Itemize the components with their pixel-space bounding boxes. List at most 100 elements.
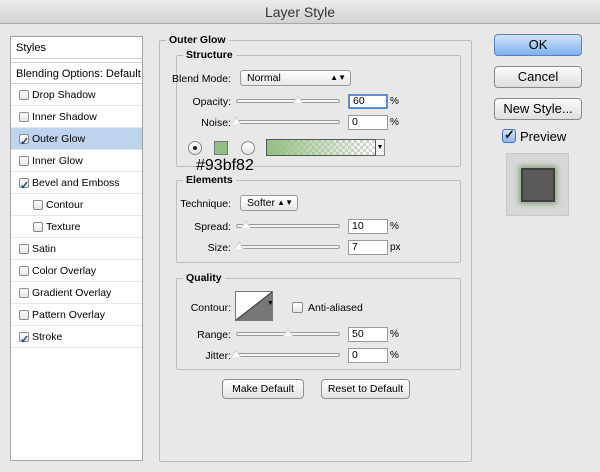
- style-item[interactable]: Gradient Overlay: [11, 282, 142, 304]
- gradient-radio[interactable]: [241, 141, 255, 155]
- style-item[interactable]: Stroke: [11, 326, 142, 351]
- size-input[interactable]: 7: [348, 240, 388, 255]
- cancel-button[interactable]: Cancel: [494, 66, 582, 88]
- opacity-slider-thumb[interactable]: [293, 95, 303, 104]
- styles-header[interactable]: Styles: [11, 37, 142, 59]
- new-style-button[interactable]: New Style...: [494, 98, 582, 120]
- blending-options-item[interactable]: Blending Options: Default: [11, 62, 142, 84]
- gradient-dropdown-icon[interactable]: ▼: [376, 139, 385, 156]
- style-preview: [506, 153, 569, 216]
- preview-label: Preview: [520, 129, 567, 144]
- style-item-label: Color Overlay: [32, 265, 97, 277]
- style-item-checkbox[interactable]: [33, 200, 43, 210]
- noise-slider-thumb[interactable]: [231, 116, 241, 125]
- noise-slider[interactable]: [236, 120, 340, 124]
- contour-dropdown-icon[interactable]: ▼: [267, 296, 275, 326]
- window-title: Layer Style: [0, 0, 600, 24]
- jitter-unit: %: [390, 350, 399, 361]
- noise-label: Noise:: [201, 117, 231, 129]
- range-label: Range:: [197, 329, 231, 341]
- technique-value: Softer: [247, 197, 276, 209]
- reset-to-default-button[interactable]: Reset to Default: [321, 379, 410, 399]
- opacity-label: Opacity:: [192, 96, 231, 108]
- style-item-checkbox[interactable]: [19, 329, 29, 351]
- opacity-input[interactable]: 60: [348, 94, 388, 109]
- style-item-checkbox[interactable]: [19, 90, 29, 100]
- elements-title: Elements: [183, 174, 236, 186]
- chevron-updown-icon: ▲▼: [330, 73, 346, 82]
- glow-gradient-picker[interactable]: [266, 139, 376, 156]
- style-item-label: Satin: [32, 243, 56, 255]
- solid-color-radio[interactable]: [188, 141, 202, 155]
- opacity-slider[interactable]: [236, 99, 340, 103]
- style-item-label: Contour: [46, 199, 84, 211]
- size-slider-thumb[interactable]: [234, 241, 244, 250]
- blend-mode-select[interactable]: Normal ▲▼: [240, 70, 351, 86]
- style-item-checkbox[interactable]: [19, 288, 29, 298]
- technique-label: Technique:: [180, 198, 231, 210]
- opacity-unit: %: [390, 96, 399, 107]
- range-input[interactable]: 50: [348, 327, 388, 342]
- style-item-checkbox[interactable]: [19, 310, 29, 320]
- jitter-slider-thumb[interactable]: [231, 349, 241, 358]
- style-item-checkbox[interactable]: [19, 112, 29, 122]
- blend-mode-label: Blend Mode:: [172, 73, 231, 85]
- style-item[interactable]: Texture: [11, 216, 142, 238]
- style-item[interactable]: Drop Shadow: [11, 84, 142, 106]
- blend-mode-value: Normal: [247, 72, 281, 84]
- preview-swatch: [521, 168, 555, 202]
- outer-glow-title: Outer Glow: [166, 34, 229, 46]
- jitter-slider[interactable]: [236, 353, 340, 357]
- ok-button[interactable]: OK: [494, 34, 582, 56]
- style-item-label: Stroke: [32, 331, 63, 343]
- spread-slider[interactable]: [236, 224, 340, 228]
- anti-aliased-label: Anti-aliased: [308, 302, 363, 314]
- style-item[interactable]: Outer Glow: [11, 128, 142, 153]
- noise-unit: %: [390, 117, 399, 128]
- style-item-label: Inner Glow: [32, 155, 83, 167]
- spread-unit: %: [390, 221, 399, 232]
- spread-label: Spread:: [194, 221, 231, 233]
- glow-color-hex: #93bf82: [196, 157, 254, 174]
- style-item-label: Drop Shadow: [32, 89, 96, 101]
- style-item-label: Bevel and Emboss: [32, 177, 120, 189]
- style-item-label: Gradient Overlay: [32, 287, 112, 299]
- style-item[interactable]: Inner Shadow: [11, 106, 142, 128]
- style-item-label: Pattern Overlay: [32, 309, 105, 321]
- structure-title: Structure: [183, 49, 236, 61]
- noise-input[interactable]: 0: [348, 115, 388, 130]
- range-slider-thumb[interactable]: [283, 328, 293, 337]
- chevron-updown-icon: ▲▼: [277, 198, 293, 207]
- range-unit: %: [390, 329, 399, 340]
- contour-label: Contour:: [190, 302, 231, 314]
- style-item-checkbox[interactable]: [19, 156, 29, 166]
- style-item[interactable]: Contour: [11, 194, 142, 216]
- jitter-input[interactable]: 0: [348, 348, 388, 363]
- preview-checkbox[interactable]: [502, 127, 516, 143]
- style-item[interactable]: Color Overlay: [11, 260, 142, 282]
- style-item-checkbox[interactable]: [19, 266, 29, 276]
- spread-slider-thumb[interactable]: [241, 220, 251, 229]
- style-item-label: Outer Glow: [32, 133, 86, 145]
- style-item-checkbox[interactable]: [19, 131, 29, 153]
- style-item-label: Inner Shadow: [32, 111, 97, 123]
- styles-list: Styles Blending Options: Default Drop Sh…: [10, 36, 143, 461]
- size-unit: px: [390, 242, 401, 253]
- glow-color-swatch[interactable]: [214, 141, 228, 155]
- anti-aliased-checkbox[interactable]: [292, 302, 303, 313]
- spread-input[interactable]: 10: [348, 219, 388, 234]
- style-item[interactable]: Pattern Overlay: [11, 304, 142, 326]
- style-item-checkbox[interactable]: [33, 222, 43, 232]
- jitter-label: Jitter:: [205, 350, 231, 362]
- size-label: Size:: [207, 242, 231, 254]
- style-item-checkbox[interactable]: [19, 175, 29, 197]
- technique-select[interactable]: Softer ▲▼: [240, 195, 298, 211]
- style-item-label: Texture: [46, 221, 81, 233]
- style-item[interactable]: Bevel and Emboss: [11, 172, 142, 197]
- style-item-checkbox[interactable]: [19, 244, 29, 254]
- style-item[interactable]: Inner Glow: [11, 150, 142, 172]
- quality-title: Quality: [183, 272, 225, 284]
- make-default-button[interactable]: Make Default: [222, 379, 304, 399]
- style-item[interactable]: Satin: [11, 238, 142, 260]
- size-slider[interactable]: [236, 245, 340, 249]
